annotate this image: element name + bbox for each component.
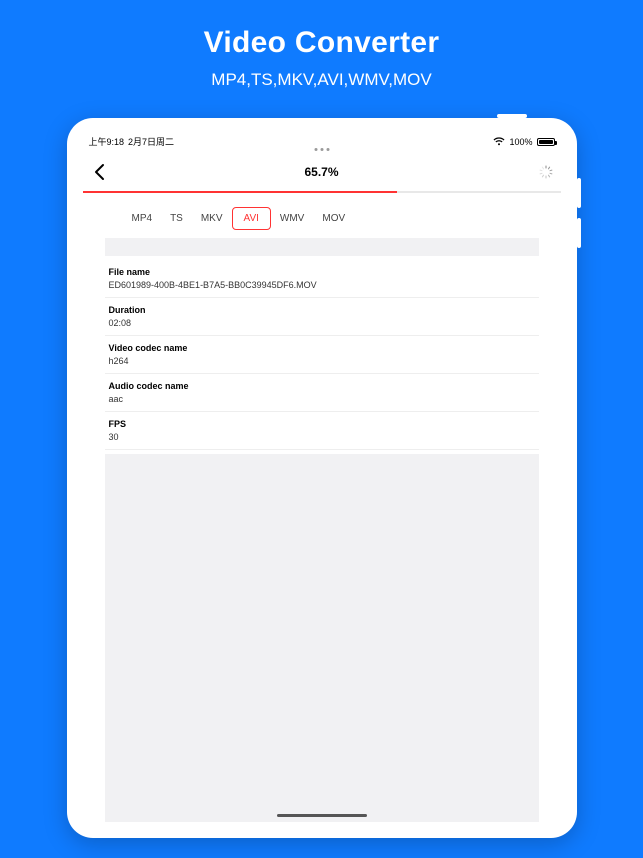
wifi-icon xyxy=(493,137,505,146)
promo-title: Video Converter xyxy=(204,26,440,60)
info-value: 02:08 xyxy=(109,318,535,328)
nav-bar: 65.7% xyxy=(83,153,561,191)
battery-percentage: 100% xyxy=(509,137,532,147)
back-button[interactable] xyxy=(87,159,113,185)
format-tabs: MP4TSMKVAVIWMVMOV xyxy=(83,207,561,230)
info-row: Duration 02:08 xyxy=(105,298,539,336)
format-tab-mkv[interactable]: MKV xyxy=(192,207,232,230)
format-tab-ts[interactable]: TS xyxy=(161,207,192,230)
info-label: Duration xyxy=(109,305,535,315)
format-tab-mov[interactable]: MOV xyxy=(313,207,354,230)
status-time: 上午9:18 xyxy=(89,135,125,148)
status-date: 2月7日周二 xyxy=(128,135,174,148)
device-volume-up xyxy=(577,178,581,208)
info-value: 30 xyxy=(109,432,535,442)
info-label: File name xyxy=(109,267,535,277)
info-value: h264 xyxy=(109,356,535,366)
battery-icon xyxy=(537,138,555,146)
promo-subtitle: MP4,TS,MKV,AVI,WMV,MOV xyxy=(211,70,431,90)
info-row: Audio codec name aac xyxy=(105,374,539,412)
screen: 上午9:18 2月7日周二 100% 65.7% xyxy=(83,134,561,822)
info-value: aac xyxy=(109,394,535,404)
loading-spinner-icon xyxy=(539,165,553,179)
content-area: File name ED601989-400B-4BE1-B7A5-BB0C399… xyxy=(83,238,561,822)
status-bar: 上午9:18 2月7日周二 100% xyxy=(83,134,561,149)
nav-title: 65.7% xyxy=(304,165,338,179)
format-tab-mp4[interactable]: MP4 xyxy=(123,207,162,230)
info-row: File name ED601989-400B-4BE1-B7A5-BB0C399… xyxy=(105,260,539,298)
empty-area xyxy=(105,454,539,822)
device-frame: 上午9:18 2月7日周二 100% 65.7% xyxy=(67,118,577,838)
device-power-button xyxy=(497,114,527,118)
info-label: Video codec name xyxy=(109,343,535,353)
format-tab-avi[interactable]: AVI xyxy=(232,207,271,230)
multitask-dots-icon xyxy=(314,148,329,151)
info-row: FPS 30 xyxy=(105,412,539,450)
info-value: ED601989-400B-4BE1-B7A5-BB0C39945DF6.MOV xyxy=(109,280,535,290)
device-volume-down xyxy=(577,218,581,248)
format-tab-wmv[interactable]: WMV xyxy=(271,207,313,230)
info-row: Video codec name h264 xyxy=(105,336,539,374)
info-label: Audio codec name xyxy=(109,381,535,391)
home-indicator[interactable] xyxy=(277,814,367,817)
progress-bar xyxy=(83,191,561,193)
video-preview-placeholder xyxy=(105,238,539,256)
info-label: FPS xyxy=(109,419,535,429)
file-info-list: File name ED601989-400B-4BE1-B7A5-BB0C399… xyxy=(105,260,539,450)
